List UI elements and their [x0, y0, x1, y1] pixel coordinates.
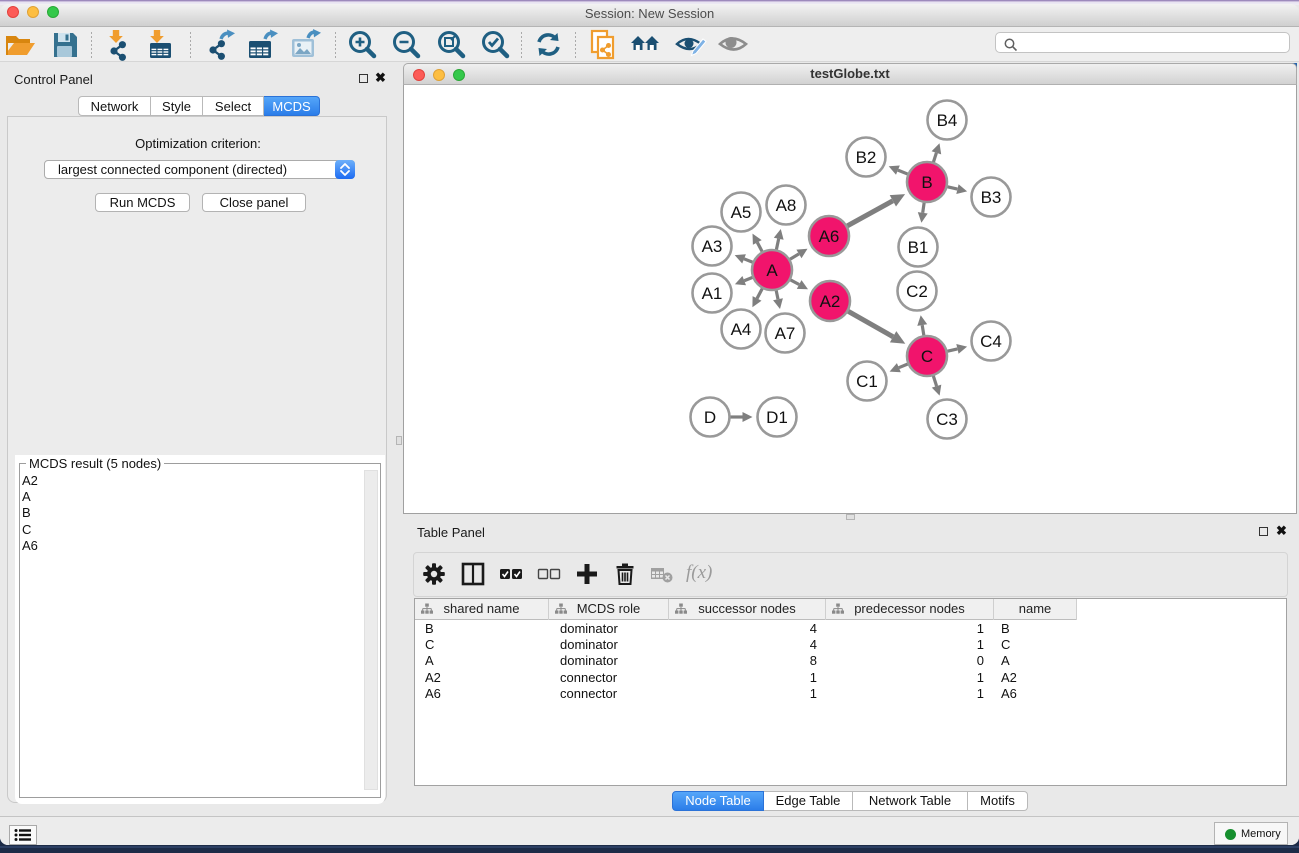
svg-text:C: C — [921, 347, 933, 366]
svg-text:B3: B3 — [981, 188, 1002, 207]
svg-text:A6: A6 — [819, 227, 840, 246]
svg-text:A3: A3 — [702, 237, 723, 256]
svg-text:A4: A4 — [731, 320, 752, 339]
svg-text:A1: A1 — [702, 284, 723, 303]
svg-text:B2: B2 — [856, 148, 877, 167]
svg-text:C1: C1 — [856, 372, 878, 391]
svg-text:C4: C4 — [980, 332, 1002, 351]
svg-text:A5: A5 — [731, 203, 752, 222]
svg-text:A8: A8 — [776, 196, 797, 215]
svg-text:D: D — [704, 408, 716, 427]
svg-text:B1: B1 — [908, 238, 929, 257]
svg-text:B: B — [921, 173, 932, 192]
svg-text:B4: B4 — [937, 111, 958, 130]
svg-text:C3: C3 — [936, 410, 958, 429]
svg-text:A2: A2 — [820, 292, 841, 311]
svg-text:C2: C2 — [906, 282, 928, 301]
svg-text:D1: D1 — [766, 408, 788, 427]
svg-text:A: A — [766, 261, 778, 280]
svg-text:A7: A7 — [775, 324, 796, 343]
